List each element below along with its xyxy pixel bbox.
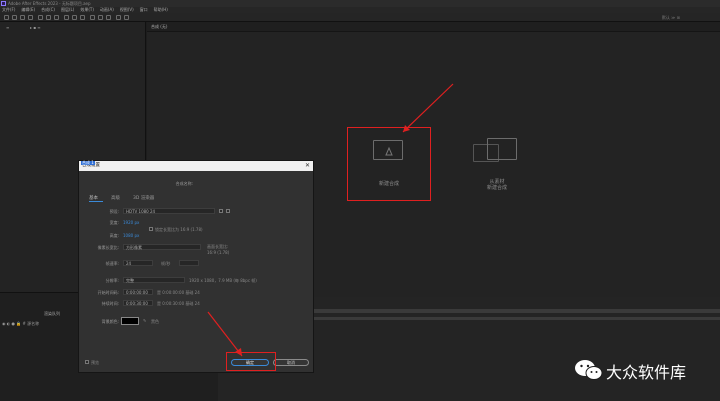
start-timecode-input[interactable]: 0:00:00:00: [123, 289, 153, 295]
shape-tool-icon[interactable]: [64, 15, 69, 20]
lock-aspect-checkbox[interactable]: [149, 227, 153, 231]
highlight-box-ok-button: [226, 352, 276, 371]
brush-tool-icon[interactable]: [90, 15, 95, 20]
background-color-name: 黑色: [151, 319, 159, 324]
tab-3d-renderer[interactable]: 3D 渲染器: [133, 195, 154, 201]
camera-tool-icon[interactable]: [46, 15, 51, 20]
zoom-tool-icon[interactable]: [28, 15, 33, 20]
project-tab-icons[interactable]: ▸ ▪ ≡: [30, 25, 41, 30]
duration-input[interactable]: 0:00:30:00: [123, 300, 153, 306]
timeline-ruler[interactable]: [314, 309, 720, 313]
watermark: 大众软件库: [572, 356, 720, 384]
frame-rate-select[interactable]: 24: [123, 260, 153, 266]
tools-toolbar: 默认 ≫ ⊞: [0, 13, 720, 22]
highlight-box-new-composition: [347, 127, 431, 201]
background-color-swatch[interactable]: [121, 317, 139, 325]
rotate-tool-icon[interactable]: [38, 15, 43, 20]
frame-rate-mode-select[interactable]: [179, 260, 199, 266]
frame-aspect-value: 16:9 (1.78): [207, 250, 230, 255]
cancel-button[interactable]: 取消: [273, 359, 309, 366]
composition-name-value: 合成 1: [81, 160, 95, 165]
clone-stamp-tool-icon[interactable]: [98, 15, 103, 20]
puppet-tool-icon[interactable]: [124, 15, 129, 20]
composition-settings-dialog: 合成设置 ✕ 合成名称: 合成 1 基本 高级 3D 渲染器 预设: HDTV …: [78, 160, 314, 373]
eraser-tool-icon[interactable]: [106, 15, 111, 20]
frame-rate-label: 帧速率:: [105, 261, 119, 266]
tab-advanced[interactable]: 高级: [111, 195, 120, 201]
render-queue-tab[interactable]: 渲染队列: [44, 311, 60, 317]
pan-behind-tool-icon[interactable]: [54, 15, 59, 20]
save-preset-icon[interactable]: [219, 209, 223, 213]
home-icon[interactable]: [4, 15, 9, 20]
active-tab-indicator: [89, 201, 103, 202]
text-tool-icon[interactable]: [80, 15, 85, 20]
frame-rate-unit: 帧/秒: [161, 261, 171, 266]
dialog-title-bar: 合成设置 ✕: [79, 161, 313, 171]
window-title-bar: Adobe After Effects 2023 - 无标题项目.aep: [0, 0, 720, 7]
width-value[interactable]: 1920 px: [123, 220, 139, 225]
eyedropper-icon[interactable]: ✎: [143, 318, 146, 323]
from-footage-label-2: 新建合成: [486, 185, 507, 191]
layer-columns-header: ◉ ◐ ● 🔒 # 源名称: [2, 321, 40, 326]
resolution-label: 分辨率:: [105, 278, 119, 283]
start-timecode-label: 开始时间码:: [97, 290, 119, 295]
hand-tool-icon[interactable]: [20, 15, 25, 20]
panel-menu-icon[interactable]: ≡: [6, 25, 9, 30]
delete-preset-icon[interactable]: [226, 209, 230, 213]
preset-label: 预设:: [109, 209, 119, 214]
height-value[interactable]: 1080 px: [123, 233, 139, 238]
pen-tool-icon[interactable]: [72, 15, 77, 20]
selection-tool-icon[interactable]: [12, 15, 17, 20]
close-icon[interactable]: ✕: [305, 161, 310, 171]
pixel-aspect-select[interactable]: 方形像素: [123, 244, 201, 250]
width-label: 宽度:: [109, 220, 119, 225]
wechat-icon: [575, 360, 603, 380]
background-color-label: 背景颜色:: [101, 319, 119, 324]
lock-aspect-label: 锁定长宽比为 16:9 (1.78): [155, 227, 203, 232]
viewer-tab-bar: 合成 (无): [147, 22, 720, 32]
height-label: 高度:: [109, 233, 119, 238]
preview-label: 预览: [91, 360, 99, 365]
duration-label: 持续时间:: [101, 301, 119, 306]
start-timecode-info: 是 0:00:00:00 基础 24: [157, 290, 200, 295]
window-title: Adobe After Effects 2023 - 无标题项目.aep: [8, 1, 91, 6]
watermark-text: 大众软件库: [606, 363, 687, 382]
duration-info: 是 0:00:30:00 基础 24: [157, 301, 200, 306]
composition-stack-icon: [487, 138, 517, 160]
resolution-select[interactable]: 完整: [123, 277, 185, 283]
resolution-info: 1920 x 1080，7.9 MB (每 8bpc 帧): [189, 278, 257, 283]
preset-select[interactable]: HDTV 1080 24: [123, 208, 215, 214]
roto-brush-tool-icon[interactable]: [116, 15, 121, 20]
pixel-aspect-label: 像素长宽比:: [97, 245, 119, 250]
preview-checkbox[interactable]: [85, 360, 89, 364]
timeline-work-area[interactable]: [314, 317, 720, 320]
composition-name-label: 合成名称:: [175, 181, 193, 186]
workspace-selector[interactable]: 默认 ≫ ⊞: [662, 15, 680, 21]
after-effects-logo-icon: [1, 1, 6, 6]
new-composition-from-footage-button[interactable]: 从素材 新建合成: [465, 134, 529, 194]
viewer-tab[interactable]: 合成 (无): [151, 24, 167, 30]
